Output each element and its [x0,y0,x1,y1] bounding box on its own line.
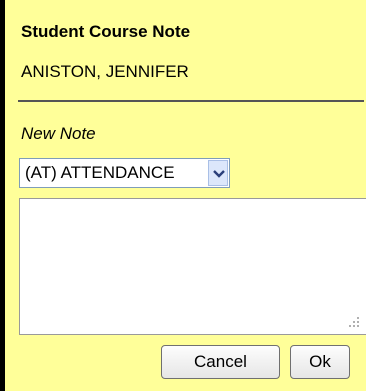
dropdown-button[interactable] [208,160,228,186]
note-type-select[interactable]: (AT) ATTENDANCE [19,158,230,188]
resize-grip-icon[interactable] [345,313,361,329]
note-dialog: Student Course Note ANISTON, JENNIFER Ne… [5,0,366,391]
ok-button[interactable]: Ok [290,345,350,379]
new-note-label: New Note [21,124,96,143]
note-type-selected-value: (AT) ATTENDANCE [25,163,175,182]
dialog-title: Student Course Note [21,22,191,41]
divider [18,100,364,102]
chevron-down-icon [213,170,225,178]
dialog-frame: Student Course Note ANISTON, JENNIFER Ne… [0,0,366,391]
note-text-area[interactable] [19,198,366,335]
cancel-button[interactable]: Cancel [161,345,280,379]
student-name: ANISTON, JENNIFER [21,62,189,81]
